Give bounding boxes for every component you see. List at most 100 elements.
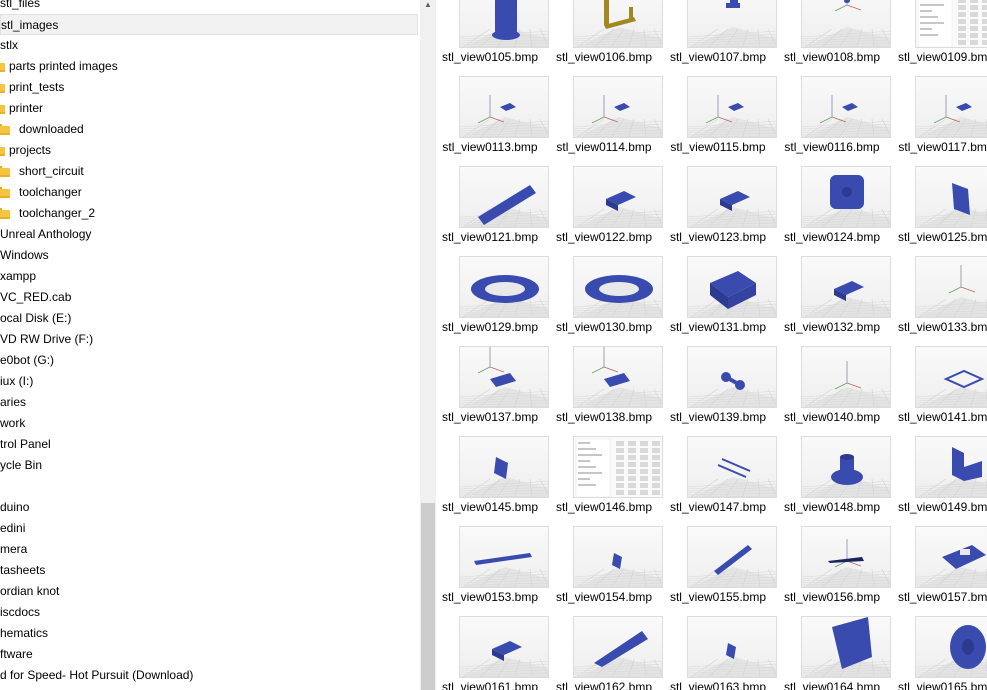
- file-item[interactable]: stl_view0121.bmp: [436, 166, 549, 250]
- file-name: stl_view0149.bmp: [897, 500, 987, 514]
- file-name: stl_view0113.bmp: [442, 140, 538, 154]
- file-name: stl_view0107.bmp: [669, 50, 767, 64]
- file-item[interactable]: stl_view0130.bmp: [550, 256, 663, 340]
- nav-item[interactable]: stl_images: [0, 14, 418, 35]
- file-item[interactable]: stl_view0156.bmp: [778, 526, 891, 610]
- nav-item[interactable]: stlx: [0, 35, 418, 56]
- nav-item[interactable]: trol Panel: [0, 434, 418, 455]
- file-thumbnail: [915, 76, 987, 138]
- nav-item[interactable]: ordian knot: [0, 581, 418, 602]
- file-item[interactable]: stl_view0132.bmp: [778, 256, 891, 340]
- folder-icon: [0, 145, 5, 156]
- file-name: stl_view0114.bmp: [556, 140, 652, 154]
- nav-item[interactable]: stl_files: [0, 0, 418, 14]
- file-item[interactable]: stl_view0114.bmp: [550, 76, 663, 160]
- file-item[interactable]: stl_view0106.bmp: [550, 0, 663, 70]
- nav-item[interactable]: iux (I:): [0, 371, 418, 392]
- nav-item-label: hematics: [0, 626, 49, 640]
- nav-item[interactable]: ftware: [0, 644, 418, 665]
- file-item[interactable]: stl_view0165.bmp: [892, 616, 987, 690]
- nav-item[interactable]: projects: [0, 140, 418, 161]
- scrollbar-thumb[interactable]: [421, 503, 435, 690]
- file-item[interactable]: stl_view0108.bmp: [778, 0, 891, 70]
- file-item[interactable]: stl_view0133.bmp: [892, 256, 987, 340]
- nav-item[interactable]: VD RW Drive (F:): [0, 329, 418, 350]
- nav-item[interactable]: tasheets: [0, 560, 418, 581]
- nav-item[interactable]: parts printed images: [0, 56, 418, 77]
- file-item[interactable]: stl_view0161.bmp: [436, 616, 549, 690]
- file-item[interactable]: stl_view0153.bmp: [436, 526, 549, 610]
- nav-item[interactable]: Windows: [0, 245, 418, 266]
- nav-item-label: iux (I:): [0, 374, 34, 388]
- navigation-scrollbar[interactable]: ▲: [420, 0, 436, 690]
- file-item[interactable]: stl_view0131.bmp: [664, 256, 777, 340]
- file-item[interactable]: stl_view0109.bmp: [892, 0, 987, 70]
- file-item[interactable]: stl_view0139.bmp: [664, 346, 777, 430]
- nav-item-label: stlx: [0, 38, 18, 52]
- nav-item[interactable]: e0bot (G:): [0, 350, 418, 371]
- file-thumbnail: [459, 256, 549, 318]
- nav-item[interactable]: Unreal Anthology: [0, 224, 418, 245]
- file-item[interactable]: stl_view0141.bmp: [892, 346, 987, 430]
- nav-item[interactable]: duino: [0, 497, 418, 518]
- nav-item[interactable]: iscdocs: [0, 602, 418, 623]
- nav-item[interactable]: print_tests: [0, 77, 418, 98]
- file-thumbnail: [573, 166, 663, 228]
- file-item[interactable]: stl_view0145.bmp: [436, 436, 549, 520]
- file-item[interactable]: stl_view0157.bmp: [892, 526, 987, 610]
- file-thumbnail: [687, 436, 777, 498]
- nav-item[interactable]: d for Speed- Hot Pursuit (Download): [0, 665, 418, 686]
- file-item[interactable]: stl_view0116.bmp: [778, 76, 891, 160]
- file-item[interactable]: stl_view0146.bmp: [550, 436, 663, 520]
- nav-item[interactable]: ycle Bin: [0, 455, 418, 476]
- file-item[interactable]: stl_view0122.bmp: [550, 166, 663, 250]
- nav-item[interactable]: [0, 476, 418, 497]
- file-item[interactable]: stl_view0148.bmp: [778, 436, 891, 520]
- nav-item[interactable]: edini: [0, 518, 418, 539]
- file-item[interactable]: stl_view0155.bmp: [664, 526, 777, 610]
- nav-item[interactable]: VC_RED.cab: [0, 287, 418, 308]
- file-item[interactable]: stl_view0147.bmp: [664, 436, 777, 520]
- scroll-up-icon[interactable]: ▲: [420, 0, 436, 12]
- file-thumbnail: [915, 436, 987, 498]
- file-item[interactable]: stl_view0124.bmp: [778, 166, 891, 250]
- file-name: stl_view0161.bmp: [441, 680, 539, 690]
- file-item[interactable]: stl_view0162.bmp: [550, 616, 663, 690]
- nav-item[interactable]: printer: [0, 98, 418, 119]
- file-item[interactable]: stl_view0140.bmp: [778, 346, 891, 430]
- nav-item[interactable]: short_circuit: [0, 161, 418, 182]
- file-item[interactable]: stl_view0105.bmp: [436, 0, 549, 70]
- file-item[interactable]: stl_view0107.bmp: [664, 0, 777, 70]
- file-thumbnail: [801, 0, 891, 48]
- nav-item[interactable]: downloaded: [0, 119, 418, 140]
- file-name: stl_view0115.bmp: [670, 140, 766, 154]
- file-item[interactable]: stl_view0164.bmp: [778, 616, 891, 690]
- file-thumbnail: [801, 166, 891, 228]
- file-thumbnail: [687, 256, 777, 318]
- nav-item[interactable]: toolchanger: [0, 182, 418, 203]
- nav-item[interactable]: work: [0, 413, 418, 434]
- file-item[interactable]: stl_view0137.bmp: [436, 346, 549, 430]
- file-name: stl_view0124.bmp: [783, 230, 881, 244]
- file-item[interactable]: stl_view0138.bmp: [550, 346, 663, 430]
- file-item[interactable]: stl_view0163.bmp: [664, 616, 777, 690]
- file-thumbnail: [573, 76, 663, 138]
- nav-item[interactable]: aries: [0, 392, 418, 413]
- nav-item[interactable]: hematics: [0, 623, 418, 644]
- file-item[interactable]: stl_view0149.bmp: [892, 436, 987, 520]
- file-item[interactable]: stl_view0123.bmp: [664, 166, 777, 250]
- nav-item[interactable]: ocal Disk (E:): [0, 308, 418, 329]
- file-item[interactable]: stl_view0115.bmp: [664, 76, 777, 160]
- file-item[interactable]: stl_view0129.bmp: [436, 256, 549, 340]
- nav-item[interactable]: toolchanger_2: [0, 203, 418, 224]
- nav-item[interactable]: mera: [0, 539, 418, 560]
- file-item[interactable]: stl_view0113.bmp: [436, 76, 549, 160]
- file-thumbnail: [687, 166, 777, 228]
- file-item[interactable]: stl_view0117.bmp: [892, 76, 987, 160]
- file-thumbnail: [801, 526, 891, 588]
- file-item[interactable]: stl_view0125.bmp: [892, 166, 987, 250]
- file-thumbnail: [459, 0, 549, 48]
- nav-item[interactable]: xampp: [0, 266, 418, 287]
- file-item[interactable]: stl_view0154.bmp: [550, 526, 663, 610]
- file-thumbnail: [687, 616, 777, 678]
